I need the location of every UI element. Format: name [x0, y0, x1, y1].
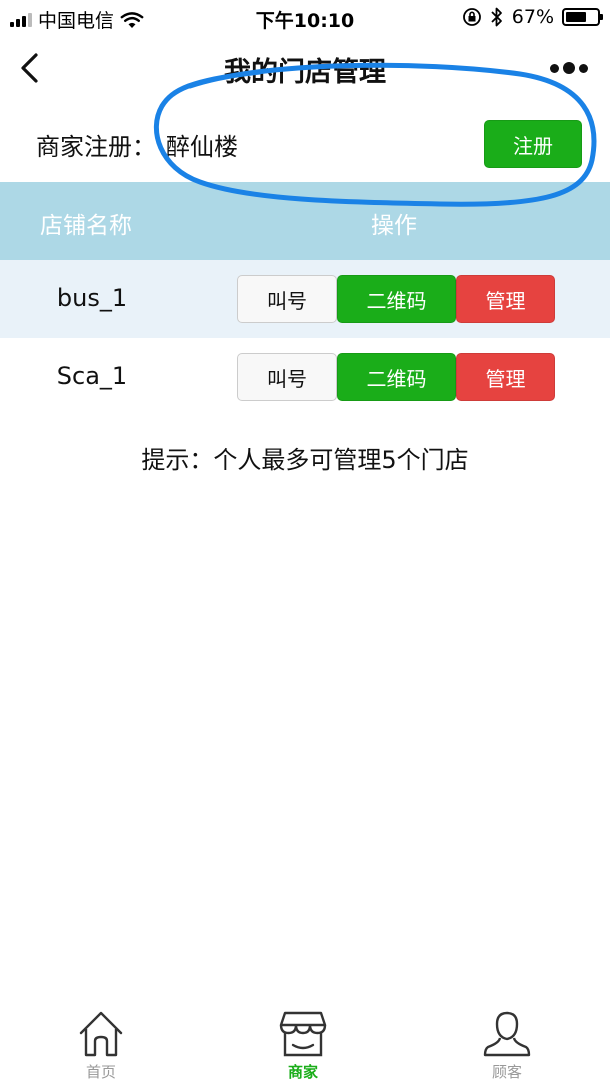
- register-button[interactable]: 注册: [484, 120, 582, 168]
- tab-merchant[interactable]: 商家: [243, 1009, 363, 1085]
- tab-label: 首页: [85, 1063, 116, 1081]
- tip-text: 提示：个人最多可管理5个门店: [141, 446, 469, 474]
- battery-icon: [562, 8, 603, 26]
- tab-label: 商家: [287, 1063, 318, 1081]
- call-number-button[interactable]: 叫号: [237, 353, 337, 401]
- orientation-lock-icon: [462, 8, 481, 26]
- page-title: 我的门店管理: [224, 57, 386, 88]
- table-header: 店铺名称 操作: [0, 182, 610, 260]
- qr-code-button[interactable]: 二维码: [337, 353, 456, 401]
- manage-button[interactable]: 管理: [456, 275, 555, 323]
- store-icon: [279, 1011, 327, 1057]
- tab-bar: 首页 商家 顾客: [0, 1005, 610, 1085]
- nav-bar: 我的门店管理: [0, 36, 610, 100]
- more-dot-icon: [579, 63, 588, 73]
- store-name: Sca_1: [56, 362, 128, 390]
- qr-code-button[interactable]: 二维码: [337, 275, 456, 323]
- table-row: Sca_1 叫号 二维码 管理: [0, 338, 610, 416]
- more-dot-icon: [550, 63, 559, 73]
- tab-label: 顾客: [491, 1063, 522, 1081]
- header-store-name: 店铺名称: [40, 213, 132, 239]
- table-row: bus_1 叫号 二维码 管理: [0, 260, 610, 338]
- call-number-button[interactable]: 叫号: [237, 275, 337, 323]
- manage-button[interactable]: 管理: [456, 353, 555, 401]
- more-button[interactable]: [546, 54, 592, 82]
- register-store-name[interactable]: 醉仙楼: [166, 127, 238, 162]
- register-label: 商家注册：: [36, 133, 156, 161]
- battery-percent: 67%: [511, 6, 554, 28]
- status-right: 67%: [462, 6, 603, 28]
- status-bar: 中国电信 下午10:10 67%: [0, 0, 610, 36]
- header-actions: 操作: [371, 213, 417, 239]
- merchant-register-row: 商家注册： 醉仙楼 注册: [0, 100, 610, 182]
- user-icon: [483, 1011, 531, 1057]
- tab-customer[interactable]: 顾客: [447, 1009, 567, 1085]
- bluetooth-icon: [491, 7, 502, 27]
- store-name: bus_1: [56, 284, 128, 312]
- more-dot-icon: [563, 62, 575, 74]
- home-icon: [79, 1011, 123, 1057]
- tab-home[interactable]: 首页: [41, 1009, 161, 1085]
